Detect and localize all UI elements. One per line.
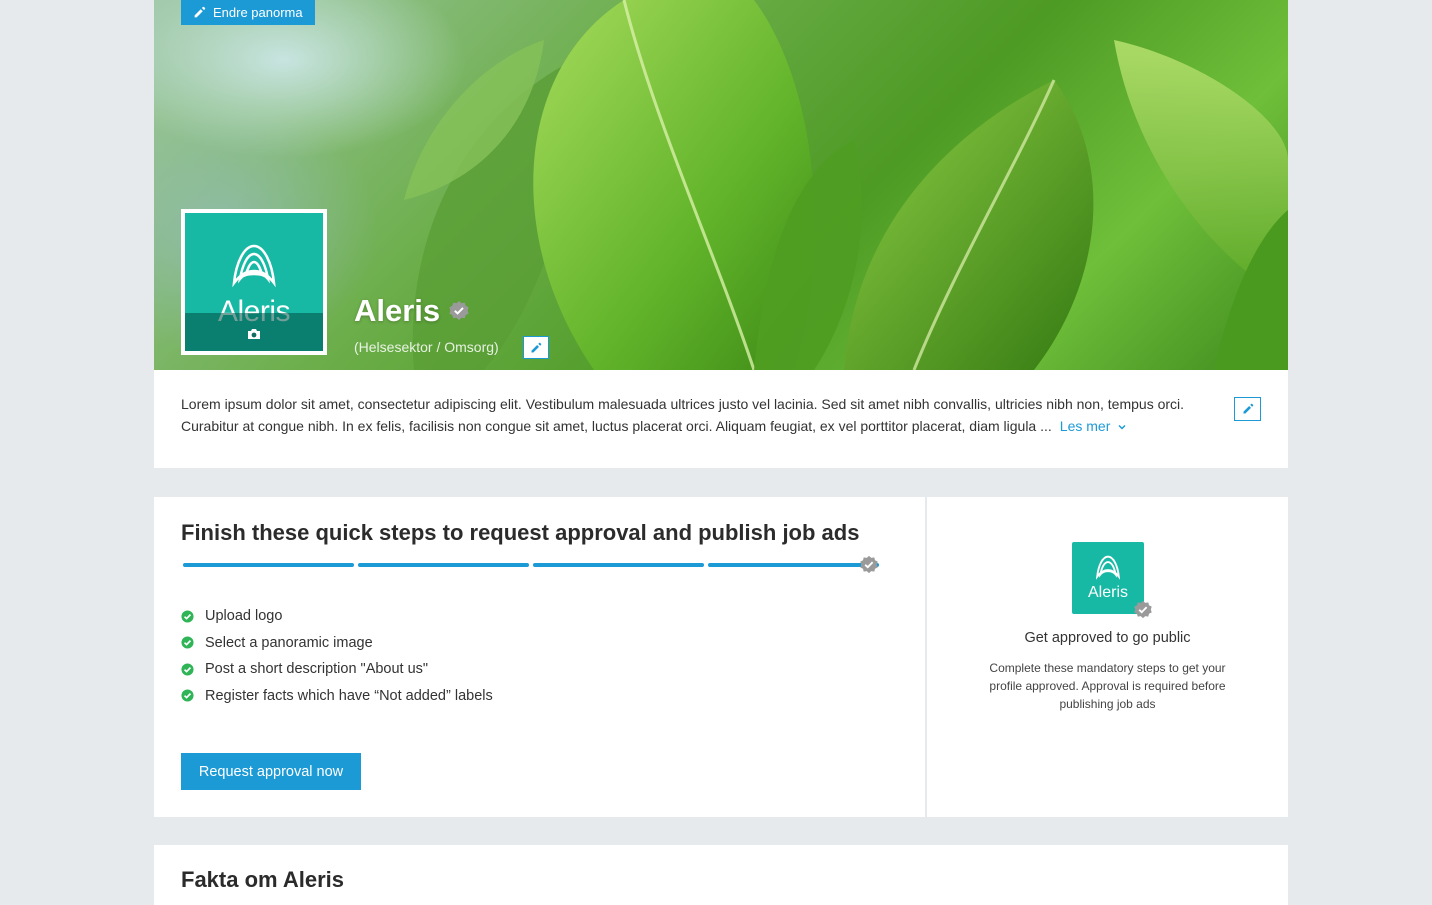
check-circle-icon bbox=[181, 610, 194, 623]
step-item: Register facts which have “Not added” la… bbox=[181, 678, 493, 715]
verified-badge-icon bbox=[860, 555, 878, 574]
verified-badge-icon bbox=[449, 301, 469, 320]
approval-description: Complete these mandatory steps to get yo… bbox=[989, 661, 1226, 711]
company-name: Aleris bbox=[354, 293, 441, 328]
read-more-label: Les mer bbox=[1059, 418, 1111, 434]
read-more-link[interactable]: Les mer bbox=[1060, 418, 1127, 434]
change-logo-bar[interactable] bbox=[185, 313, 323, 351]
company-sector: (Helsesektor / Omsorg) bbox=[354, 339, 499, 355]
check-circle-icon bbox=[181, 689, 194, 702]
pencil-icon bbox=[194, 6, 206, 18]
company-name-row: Aleris bbox=[354, 293, 470, 329]
steps-title: Finish these quick steps to request appr… bbox=[181, 520, 860, 545]
aleris-mark-icon bbox=[1095, 555, 1121, 580]
facts-section: Fakta om Aleris bbox=[154, 845, 1288, 905]
approval-info-card: Aleris Get approved to go public Complet… bbox=[926, 497, 1288, 817]
progress-bar bbox=[183, 563, 883, 567]
step-list: Upload logo Select a panoramic image Pos… bbox=[181, 598, 493, 714]
progress-segment bbox=[533, 563, 704, 567]
check-circle-icon bbox=[181, 663, 194, 676]
company-logo-image: Aleris bbox=[185, 213, 323, 351]
edit-panorama-label: Endre panorma bbox=[213, 5, 303, 20]
progress-segment bbox=[358, 563, 529, 567]
edit-panorama-button[interactable]: Endre panorma bbox=[181, 0, 315, 25]
approval-steps-card: Finish these quick steps to request appr… bbox=[154, 497, 925, 817]
aleris-mark-icon bbox=[232, 244, 276, 288]
step-label: Upload logo bbox=[205, 608, 283, 625]
progress-segment bbox=[708, 563, 879, 567]
approval-title: Get approved to go public bbox=[1024, 630, 1191, 646]
company-logo[interactable]: Aleris bbox=[181, 209, 327, 355]
about-text-block: Lorem ipsum dolor sit amet, consectetur … bbox=[181, 393, 1211, 437]
about-section: Lorem ipsum dolor sit amet, consectetur … bbox=[154, 370, 1288, 468]
facts-title: Fakta om Aleris bbox=[181, 867, 345, 892]
check-circle-icon bbox=[181, 636, 194, 649]
camera-icon bbox=[248, 329, 260, 339]
verified-badge-icon bbox=[1134, 600, 1152, 619]
step-label: Register facts which have “Not added” la… bbox=[205, 687, 493, 704]
step-label: Select a panoramic image bbox=[205, 634, 373, 651]
pencil-icon bbox=[531, 342, 542, 352]
edit-company-button[interactable] bbox=[523, 336, 549, 359]
request-approval-button[interactable]: Request approval now bbox=[181, 753, 361, 790]
about-description: Lorem ipsum dolor sit amet, consectetur … bbox=[181, 396, 1185, 434]
edit-about-button[interactable] bbox=[1234, 397, 1261, 421]
progress-segment bbox=[183, 563, 354, 567]
step-label: Post a short description "About us" bbox=[205, 661, 429, 678]
chevron-down-icon bbox=[1118, 425, 1126, 430]
pencil-icon bbox=[1243, 403, 1253, 414]
